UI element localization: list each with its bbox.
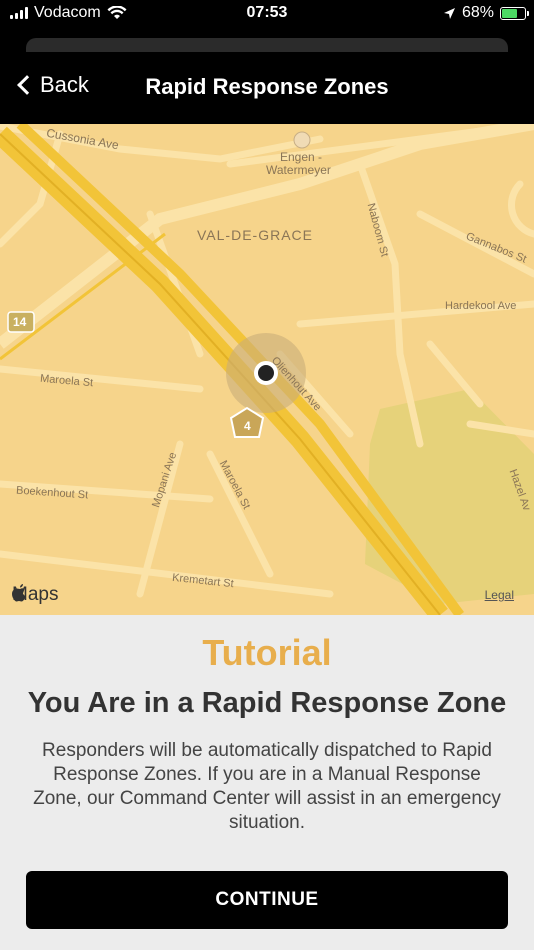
status-right: 68%: [443, 4, 529, 22]
route-n4-label: 4: [244, 419, 251, 433]
road-maroela-diag: [206, 450, 274, 578]
maps-logo: Maps: [12, 584, 58, 606]
zone-description: Responders will be automatically dispatc…: [33, 740, 501, 833]
sheet-grabber: [26, 38, 508, 52]
tutorial-heading: Tutorial: [202, 632, 332, 673]
map-canvas: [0, 124, 534, 615]
status-bar: Vodacom 07:53 68%: [0, 0, 534, 30]
apple-icon: [12, 584, 26, 602]
park-area: [365, 389, 534, 604]
zone-title: You Are in a Rapid Response Zone: [27, 687, 507, 719]
map-label-engen: Engen -: [280, 150, 323, 164]
location-arrow-icon: [443, 7, 455, 19]
legal-link[interactable]: Legal: [485, 588, 514, 602]
map-view[interactable]: Cussonia Ave Engen - Watermeyer VAL-DE-G…: [0, 124, 534, 615]
road-curve: [507, 180, 534, 238]
fuel-station-icon: [293, 131, 311, 149]
battery-percent: 68%: [461, 4, 494, 21]
map-label-watermeyer: Watermeyer: [266, 163, 331, 177]
road-maroela: [0, 365, 204, 393]
tutorial-panel: Tutorial You Are in a Rapid Response Zon…: [0, 615, 534, 950]
nav-bar: Back Rapid Response Zones: [0, 52, 534, 124]
continue-button[interactable]: CONTINUE: [26, 871, 508, 929]
page-title: Rapid Response Zones: [145, 74, 389, 99]
battery-charging-icon: [500, 6, 529, 20]
map-label-val-de-grace: VAL-DE-GRACE: [197, 227, 313, 243]
map-label-hardekool: Hardekool Ave: [445, 300, 517, 312]
route-14-label: 14: [13, 315, 27, 329]
